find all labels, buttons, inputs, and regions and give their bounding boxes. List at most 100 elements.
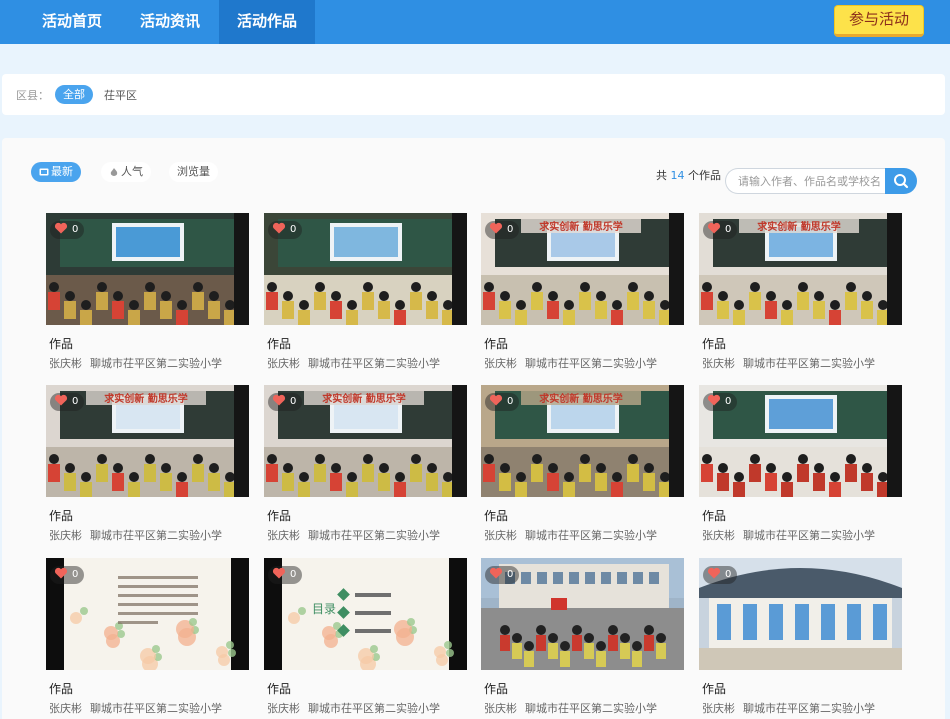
- work-card[interactable]: 0 作品张庆彬 聊城市茌平区第二实验小学: [699, 385, 902, 543]
- work-title[interactable]: 作品: [267, 507, 291, 524]
- like-badge[interactable]: 0: [485, 566, 520, 584]
- work-author: 张庆彬: [484, 357, 517, 370]
- work-thumbnail[interactable]: 0: [46, 558, 249, 670]
- sort-views-button[interactable]: 浏览量: [169, 162, 218, 182]
- like-badge[interactable]: 0: [50, 566, 85, 584]
- like-badge[interactable]: 0: [703, 393, 738, 411]
- work-thumbnail[interactable]: 求实创新 勤思乐学 0: [481, 213, 684, 325]
- heart-icon: [272, 222, 286, 234]
- work-card[interactable]: 求实创新 勤思乐学 0 作品 张庆彬 聊城市茌平区第二实验小学: [481, 385, 684, 543]
- work-school: 聊城市茌平区第二实验小学: [90, 357, 222, 370]
- work-meta: 张庆彬 聊城市茌平区第二实验小学: [267, 527, 440, 543]
- like-count: 0: [290, 569, 297, 580]
- district-option-all[interactable]: 全部: [55, 85, 93, 104]
- work-meta: 张庆彬 聊城市茌平区第二实验小学: [49, 700, 222, 716]
- work-meta: 张庆彬 聊城市茌平区第二实验小学: [484, 700, 657, 716]
- work-title[interactable]: 作品: [267, 335, 291, 352]
- like-badge[interactable]: 0: [50, 221, 85, 239]
- work-title[interactable]: 作品: [702, 680, 726, 697]
- like-badge[interactable]: 0: [703, 221, 738, 239]
- sort-newest-button[interactable]: 最新: [31, 162, 81, 182]
- heart-icon: [489, 222, 503, 234]
- work-title[interactable]: 作品: [484, 335, 508, 352]
- work-thumbnail[interactable]: 0: [481, 558, 684, 670]
- work-author: 张庆彬: [484, 702, 517, 715]
- sort-newest-label: 最新: [51, 165, 73, 178]
- work-title[interactable]: 作品: [49, 680, 73, 697]
- work-card[interactable]: 0 作品张庆彬 聊城市茌平区第二实验小学: [481, 558, 684, 716]
- work-author: 张庆彬: [267, 529, 300, 542]
- work-author: 张庆彬: [484, 529, 517, 542]
- thumbnail-caption: 求实创新 勤思乐学: [757, 220, 840, 233]
- work-card[interactable]: 0 作品张庆彬 聊城市茌平区第二实验小学: [264, 213, 467, 371]
- work-title[interactable]: 作品: [484, 680, 508, 697]
- like-badge[interactable]: 0: [50, 393, 85, 411]
- thumbnail-caption: 求实创新 勤思乐学: [322, 392, 405, 405]
- work-card[interactable]: 求实创新 勤思乐学 0 作品 张庆彬 聊城市茌平区第二实验小学: [46, 385, 249, 543]
- like-count: 0: [507, 396, 514, 407]
- like-count: 0: [507, 569, 514, 580]
- heart-icon: [272, 567, 286, 579]
- join-activity-button[interactable]: 参与活动: [834, 5, 924, 37]
- work-card[interactable]: 0 作品张庆彬 聊城市茌平区第二实验小学: [46, 558, 249, 716]
- work-school: 聊城市茌平区第二实验小学: [743, 702, 875, 715]
- count-number: 14: [670, 169, 685, 182]
- district-filter-panel: 区县： 全部 茌平区: [2, 74, 945, 115]
- work-thumbnail[interactable]: 求实创新 勤思乐学 0: [46, 385, 249, 497]
- work-card[interactable]: 求实创新 勤思乐学 0 作品 张庆彬 聊城市茌平区第二实验小学: [481, 213, 684, 371]
- work-title[interactable]: 作品: [484, 507, 508, 524]
- work-title[interactable]: 作品: [49, 335, 73, 352]
- like-count: 0: [290, 224, 297, 235]
- flame-icon: [110, 168, 118, 176]
- like-badge[interactable]: 0: [485, 221, 520, 239]
- district-option-chiping[interactable]: 茌平区: [104, 87, 137, 103]
- work-card[interactable]: 0 作品 张庆彬 聊城市茌平区第二实验小学: [46, 213, 249, 371]
- work-meta: 张庆彬 聊城市茌平区第二实验小学: [267, 700, 440, 716]
- work-thumbnail[interactable]: 求实创新 勤思乐学 0: [264, 385, 467, 497]
- work-card[interactable]: 0 作品张庆彬 聊城市茌平区第二实验小学: [699, 558, 902, 716]
- like-count: 0: [725, 224, 732, 235]
- like-badge[interactable]: 0: [268, 566, 303, 584]
- like-badge[interactable]: 0: [268, 221, 303, 239]
- work-card[interactable]: 求实创新 勤思乐学 0 作品 张庆彬 聊城市茌平区第二实验小学: [699, 213, 902, 371]
- top-nav-bar: 活动首页 活动资讯 活动作品 参与活动: [0, 0, 950, 44]
- search-input[interactable]: [725, 168, 887, 194]
- work-thumbnail[interactable]: 求实创新 勤思乐学 0: [699, 213, 902, 325]
- sort-popular-button[interactable]: 人气: [101, 162, 151, 182]
- work-author: 张庆彬: [267, 357, 300, 370]
- thumbnail-caption: 目录: [312, 602, 336, 616]
- nav-news[interactable]: 活动资讯: [122, 0, 218, 44]
- work-card[interactable]: 求实创新 勤思乐学 0 作品张庆彬 聊城市茌平区第二实验小学: [264, 385, 467, 543]
- work-thumbnail[interactable]: 0: [699, 558, 902, 670]
- work-school: 聊城市茌平区第二实验小学: [525, 702, 657, 715]
- like-count: 0: [72, 569, 79, 580]
- work-title[interactable]: 作品: [267, 680, 291, 697]
- count-prefix: 共: [656, 169, 667, 182]
- nav-home[interactable]: 活动首页: [24, 0, 120, 44]
- work-title[interactable]: 作品: [702, 335, 726, 352]
- work-author: 张庆彬: [267, 702, 300, 715]
- work-thumbnail[interactable]: 目录 0: [264, 558, 467, 670]
- work-card[interactable]: 目录 0 作品张庆彬 聊城市茌平区第二实验小学: [264, 558, 467, 716]
- like-count: 0: [72, 224, 79, 235]
- work-school: 聊城市茌平区第二实验小学: [743, 529, 875, 542]
- work-meta: 张庆彬 聊城市茌平区第二实验小学: [702, 527, 875, 543]
- image-icon: [39, 168, 49, 176]
- work-thumbnail[interactable]: 0: [46, 213, 249, 325]
- heart-icon: [489, 567, 503, 579]
- work-thumbnail[interactable]: 求实创新 勤思乐学 0: [481, 385, 684, 497]
- work-author: 张庆彬: [702, 702, 735, 715]
- thumbnail-caption: 求实创新 勤思乐学: [104, 392, 187, 405]
- work-title[interactable]: 作品: [49, 507, 73, 524]
- nav-works[interactable]: 活动作品: [219, 0, 315, 44]
- like-badge[interactable]: 0: [485, 393, 520, 411]
- like-badge[interactable]: 0: [268, 393, 303, 411]
- heart-icon: [54, 394, 68, 406]
- like-badge[interactable]: 0: [703, 566, 738, 584]
- search-button[interactable]: [885, 168, 917, 194]
- work-thumbnail[interactable]: 0: [699, 385, 902, 497]
- work-thumbnail[interactable]: 0: [264, 213, 467, 325]
- work-title[interactable]: 作品: [702, 507, 726, 524]
- thumbnail-caption: 求实创新 勤思乐学: [539, 220, 622, 233]
- work-meta: 张庆彬 聊城市茌平区第二实验小学: [267, 355, 440, 371]
